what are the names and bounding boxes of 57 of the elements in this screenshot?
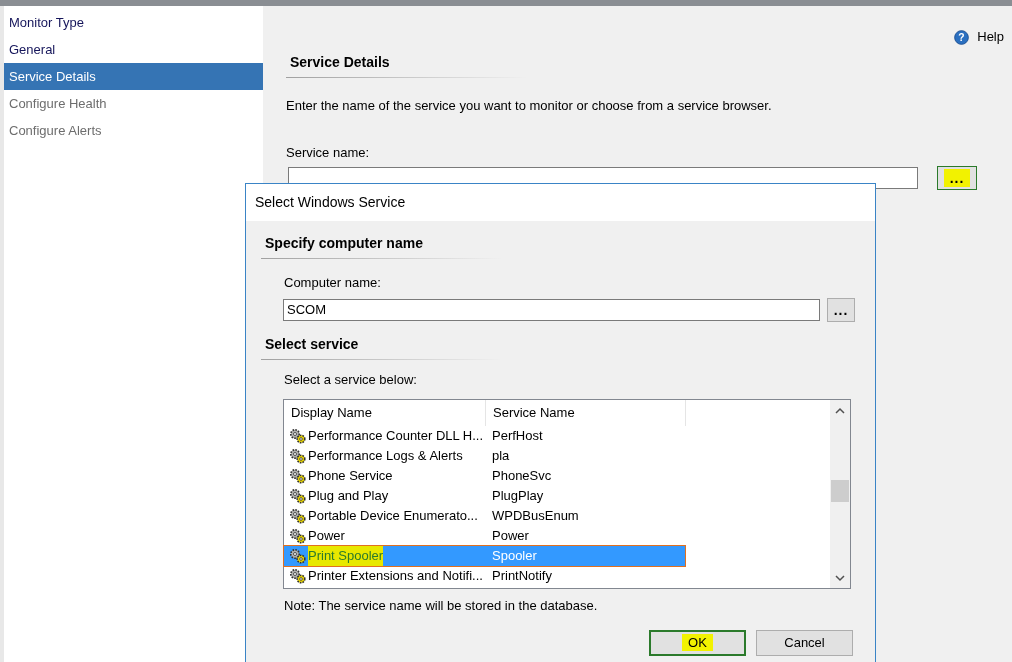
service-name-text: PerfHost: [491, 427, 544, 445]
column-header[interactable]: Service Name: [486, 400, 686, 426]
list-row[interactable]: Print Spooler Spooler: [284, 546, 685, 566]
section-heading: Service Details: [286, 52, 526, 78]
ok-button[interactable]: OK: [649, 629, 746, 656]
list-row[interactable]: Plug and Play PlugPlay: [284, 486, 685, 506]
gears-icon: [289, 488, 307, 504]
display-name-text: Performance Counter DLL H...: [308, 427, 484, 445]
gears-icon: [289, 468, 307, 484]
browse-button[interactable]: ...: [827, 297, 855, 322]
field-label: Computer name:: [284, 274, 382, 292]
field-label: Service name:: [286, 143, 371, 162]
note-text: Note: The service name will be stored in the database.: [284, 597, 599, 615]
column-header[interactable]: Display Name: [284, 400, 486, 426]
service-name-text: PrintNotify: [491, 567, 553, 585]
section-heading: Select service: [261, 333, 501, 360]
list-row[interactable]: Power Power: [284, 526, 685, 546]
display-name-text: Printer Extensions and Notifi...: [308, 567, 483, 585]
scrollbar[interactable]: [830, 400, 850, 588]
section-heading: Specify computer name: [261, 233, 501, 259]
service-name-text: PhoneSvc: [491, 467, 553, 485]
gears-icon: [289, 508, 307, 524]
cancel-button[interactable]: Cancel: [756, 629, 853, 656]
display-name-text: Power: [308, 527, 345, 545]
help-icon[interactable]: ?: [954, 29, 970, 45]
gears-icon: [289, 568, 307, 584]
list-row[interactable]: Performance Counter DLL H... PerfHost: [284, 426, 685, 446]
gears-icon: [289, 528, 307, 544]
display-name-text: Performance Logs & Alerts: [308, 447, 463, 465]
scroll-thumb[interactable]: [831, 480, 849, 502]
list-row[interactable]: Printer Extensions and Notifi... PrintNotify: [284, 566, 685, 586]
display-name-text: Print Spooler: [308, 546, 384, 566]
sidebar-item[interactable]: General: [4, 36, 263, 63]
dialog-title: Select Windows Service: [246, 184, 875, 221]
service-name-text: Power: [491, 527, 530, 545]
display-name-text: Portable Device Enumerato...: [308, 507, 478, 525]
list-row[interactable]: Performance Logs & Alerts pla: [284, 446, 685, 466]
service-name-text: WPDBusEnum: [491, 507, 580, 525]
display-name-text: Plug and Play: [308, 487, 389, 505]
computer-name-field[interactable]: SCOM: [283, 298, 820, 321]
service-name-text: Spooler: [491, 547, 538, 565]
scroll-up-icon[interactable]: [835, 407, 845, 415]
gears-icon: [289, 448, 307, 464]
gears-icon: [289, 548, 307, 564]
service-name-text: PlugPlay: [491, 487, 545, 505]
display-name-text: Phone Service: [308, 467, 393, 485]
list-row[interactable]: Portable Device Enumerato... WPDBusEnum: [284, 506, 685, 526]
service-name-text: pla: [491, 447, 511, 465]
list-row[interactable]: Phone Service PhoneSvc: [284, 466, 685, 486]
scroll-down-icon[interactable]: [835, 574, 845, 582]
description-text: Enter the name of the service you want to monitor or choose from a service browser.: [286, 97, 773, 115]
gears-icon: [289, 428, 307, 444]
browse-button[interactable]: ...: [937, 166, 977, 190]
help-link[interactable]: Help: [977, 27, 1004, 47]
list-label: Select a service below:: [284, 370, 418, 389]
sidebar-item[interactable]: Service Details: [4, 63, 263, 90]
sidebar-item[interactable]: Monitor Type: [4, 9, 263, 36]
